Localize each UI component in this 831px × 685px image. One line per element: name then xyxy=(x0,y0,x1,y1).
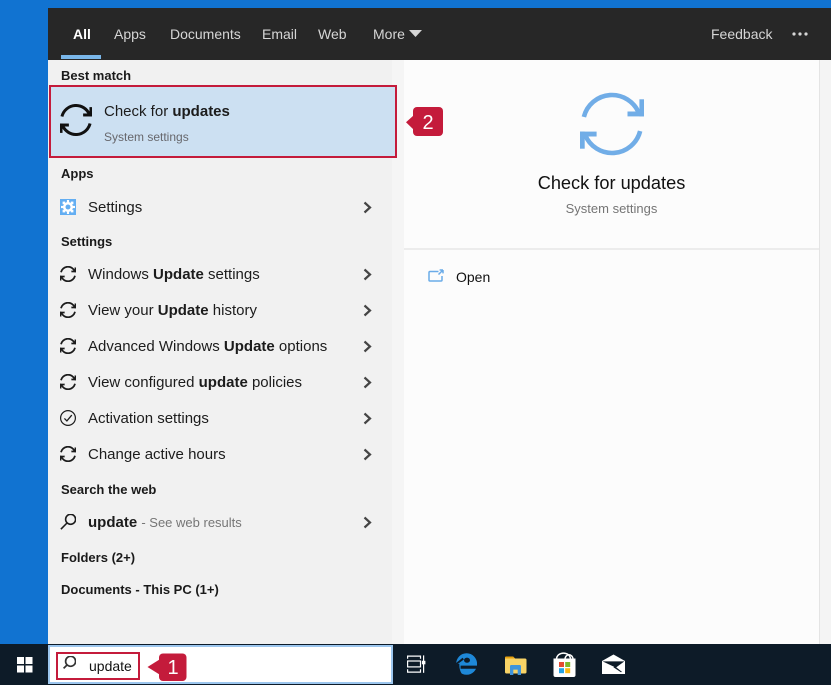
svg-text:2: 2 xyxy=(422,112,433,134)
svg-text:1: 1 xyxy=(167,657,178,679)
